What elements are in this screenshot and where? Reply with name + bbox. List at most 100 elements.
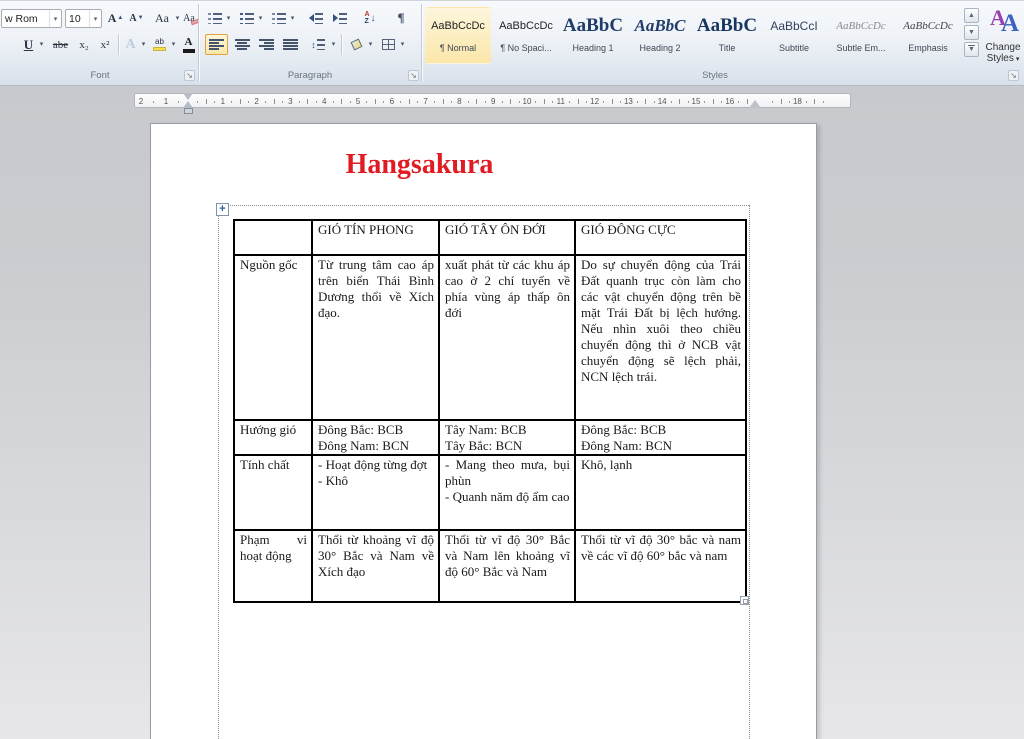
font-name-dropdown-icon[interactable] — [49, 10, 61, 27]
multilevel-list-button[interactable] — [270, 8, 288, 28]
numbering-dropdown-icon[interactable] — [256, 8, 265, 28]
first-line-indent-marker[interactable] — [183, 93, 193, 100]
paragraph-dialog-launcher[interactable] — [408, 70, 419, 81]
style-item-emphasis[interactable]: AaBbCcDc Emphasis — [895, 7, 961, 64]
table-cell[interactable]: - Hoạt động từng đợt - Khô — [312, 455, 439, 530]
header-cell-gio-dong-cuc[interactable]: GIÓ ĐÔNG CỰC — [575, 220, 746, 255]
sort-button[interactable]: A Z ↓ — [358, 8, 382, 28]
superscript-button[interactable]: x² — [95, 34, 115, 55]
justify-button[interactable] — [279, 34, 301, 55]
hanging-indent-marker[interactable] — [183, 101, 193, 108]
underline-button[interactable]: U — [20, 34, 37, 55]
table-move-handle[interactable] — [216, 203, 229, 216]
table-cell[interactable]: Tây Nam: BCB Tây Bắc: BCN — [439, 420, 575, 455]
style-item-title[interactable]: AaBbC Title — [694, 7, 760, 64]
font-size-dropdown-icon[interactable] — [89, 10, 101, 27]
change-case-button[interactable]: Aa — [150, 8, 174, 28]
style-item-heading2[interactable]: AaBbC Heading 2 — [627, 7, 693, 64]
ruler-number: 3 — [288, 97, 292, 106]
row-label-cell[interactable]: Nguồn gốc — [234, 255, 312, 420]
styles-scroll-up-button[interactable]: ▲ — [964, 8, 979, 23]
font-size-combo[interactable]: 10 — [65, 9, 102, 28]
table-cell[interactable]: Do sự chuyển động của Trái Đất quanh trụ… — [575, 255, 746, 420]
font-color-button[interactable]: A — [180, 34, 197, 55]
styles-gallery-more-button[interactable]: ▼ — [964, 42, 979, 57]
ruler-tick — [206, 99, 207, 104]
increase-indent-button[interactable] — [330, 8, 350, 28]
table-cell[interactable]: Thổi từ vĩ độ 30° bắc và nam về các vĩ đ… — [575, 530, 746, 602]
superscript-icon: x² — [101, 39, 110, 51]
table-cell[interactable]: Thổi từ vĩ độ 30° Bắc và Nam lên khoảng … — [439, 530, 575, 602]
style-item-normal[interactable]: AaBbCcDc ¶ Normal — [425, 7, 491, 64]
underline-dropdown-icon[interactable] — [37, 34, 46, 54]
style-item-no-spacing[interactable]: AaBbCcDc ¶ No Spaci... — [493, 7, 559, 64]
ruler-tick — [654, 101, 655, 103]
ruler-tick — [333, 101, 334, 103]
row-label-cell[interactable]: Hướng gió — [234, 420, 312, 455]
styles-scroll-down-button[interactable]: ▼ — [964, 25, 979, 40]
font-dialog-launcher[interactable] — [184, 70, 195, 81]
text-effects-dropdown-icon[interactable] — [139, 34, 148, 54]
ruler-number: 16 — [725, 97, 734, 106]
ruler-tick — [721, 101, 722, 103]
table-cell[interactable]: Thổi từ khoảng vĩ độ 30° Bắc và Nam về X… — [312, 530, 439, 602]
table-row: Tính chất - Hoạt động từng đợt - Khô - M… — [234, 455, 746, 530]
shading-dropdown-icon[interactable] — [366, 34, 375, 54]
row-label-cell[interactable]: Tính chất — [234, 455, 312, 530]
borders-dropdown-icon[interactable] — [398, 34, 407, 54]
highlight-button[interactable]: ab — [150, 34, 169, 55]
line-spacing-dropdown-icon[interactable] — [329, 34, 338, 54]
bullets-button[interactable] — [206, 8, 224, 28]
ruler-number: 18 — [793, 97, 802, 106]
row-label-cell[interactable]: Phạm vi hoạt động — [234, 530, 312, 602]
align-right-button[interactable] — [255, 34, 277, 55]
ruler[interactable]: 211234567891011121314151618 — [134, 93, 851, 108]
multilevel-list-dropdown-icon[interactable] — [288, 8, 297, 28]
table-cell[interactable]: Đông Bắc: BCB Đông Nam: BCN — [312, 420, 439, 455]
sort-arrow-icon: ↓ — [371, 13, 376, 24]
font-group-label: Font — [55, 70, 145, 81]
font-name-combo[interactable]: w Rom — [1, 9, 62, 28]
table-row: Hướng gió Đông Bắc: BCB Đông Nam: BCN Tâ… — [234, 420, 746, 455]
style-item-heading1[interactable]: AaBbC Heading 1 — [560, 7, 626, 64]
shrink-font-button[interactable]: A▼ — [127, 8, 146, 28]
shading-button[interactable] — [346, 34, 366, 55]
line-spacing-button[interactable]: ↕ — [307, 34, 329, 55]
ruler-number: 9 — [491, 97, 495, 106]
borders-button[interactable] — [378, 34, 398, 55]
text-effects-button[interactable]: A — [122, 34, 139, 55]
show-marks-button[interactable]: ¶ — [392, 8, 410, 28]
subscript-button[interactable]: x₂ — [74, 34, 94, 55]
highlight-dropdown-icon[interactable] — [169, 34, 178, 54]
table-resize-handle[interactable] — [740, 596, 749, 605]
numbering-button[interactable] — [238, 8, 256, 28]
table-cell[interactable]: - Mang theo mưa, bụi phùn - Quanh năm độ… — [439, 455, 575, 530]
left-indent-marker[interactable] — [184, 108, 193, 114]
grow-font-button[interactable]: A▲ — [105, 8, 126, 28]
header-cell-gio-tay-on-doi[interactable]: GIÓ TÂY ÔN ĐỚI — [439, 220, 575, 255]
strikethrough-icon: abe — [53, 39, 68, 51]
strikethrough-button[interactable]: abe — [49, 34, 72, 55]
align-left-button[interactable] — [205, 34, 228, 55]
font-size-value: 10 — [69, 13, 81, 25]
styles-dialog-launcher[interactable] — [1008, 70, 1019, 81]
decrease-indent-button[interactable] — [306, 8, 326, 28]
bullets-dropdown-icon[interactable] — [224, 8, 233, 28]
align-left-icon — [209, 39, 224, 50]
table-cell[interactable]: Đông Bắc: BCB Đông Nam: BCN — [575, 420, 746, 455]
right-indent-marker[interactable] — [749, 100, 761, 108]
table-cell[interactable]: Khô, lạnh — [575, 455, 746, 530]
ruler-tick — [299, 101, 300, 103]
ruler-tick — [789, 101, 790, 103]
header-cell-gio-tin-phong[interactable]: GIÓ TÍN PHONG — [312, 220, 439, 255]
ruler-tick — [502, 101, 503, 103]
align-center-button[interactable] — [231, 34, 253, 55]
document-title[interactable]: Hangsakura — [218, 149, 749, 181]
style-item-subtitle[interactable]: AaBbCcI Subtitle — [761, 7, 827, 64]
change-styles-button[interactable]: A A Change Styles — [982, 1, 1024, 67]
table-cell[interactable]: Từ trung tâm cao áp trên biển Thái Bình … — [312, 255, 439, 420]
header-cell-empty[interactable] — [234, 220, 312, 255]
ruler-number: 5 — [356, 97, 360, 106]
style-item-subtle-emphasis[interactable]: AaBbCcDc Subtle Em... — [828, 7, 894, 64]
table-cell[interactable]: xuất phát từ các khu áp cao ở 2 chí tuyế… — [439, 255, 575, 420]
